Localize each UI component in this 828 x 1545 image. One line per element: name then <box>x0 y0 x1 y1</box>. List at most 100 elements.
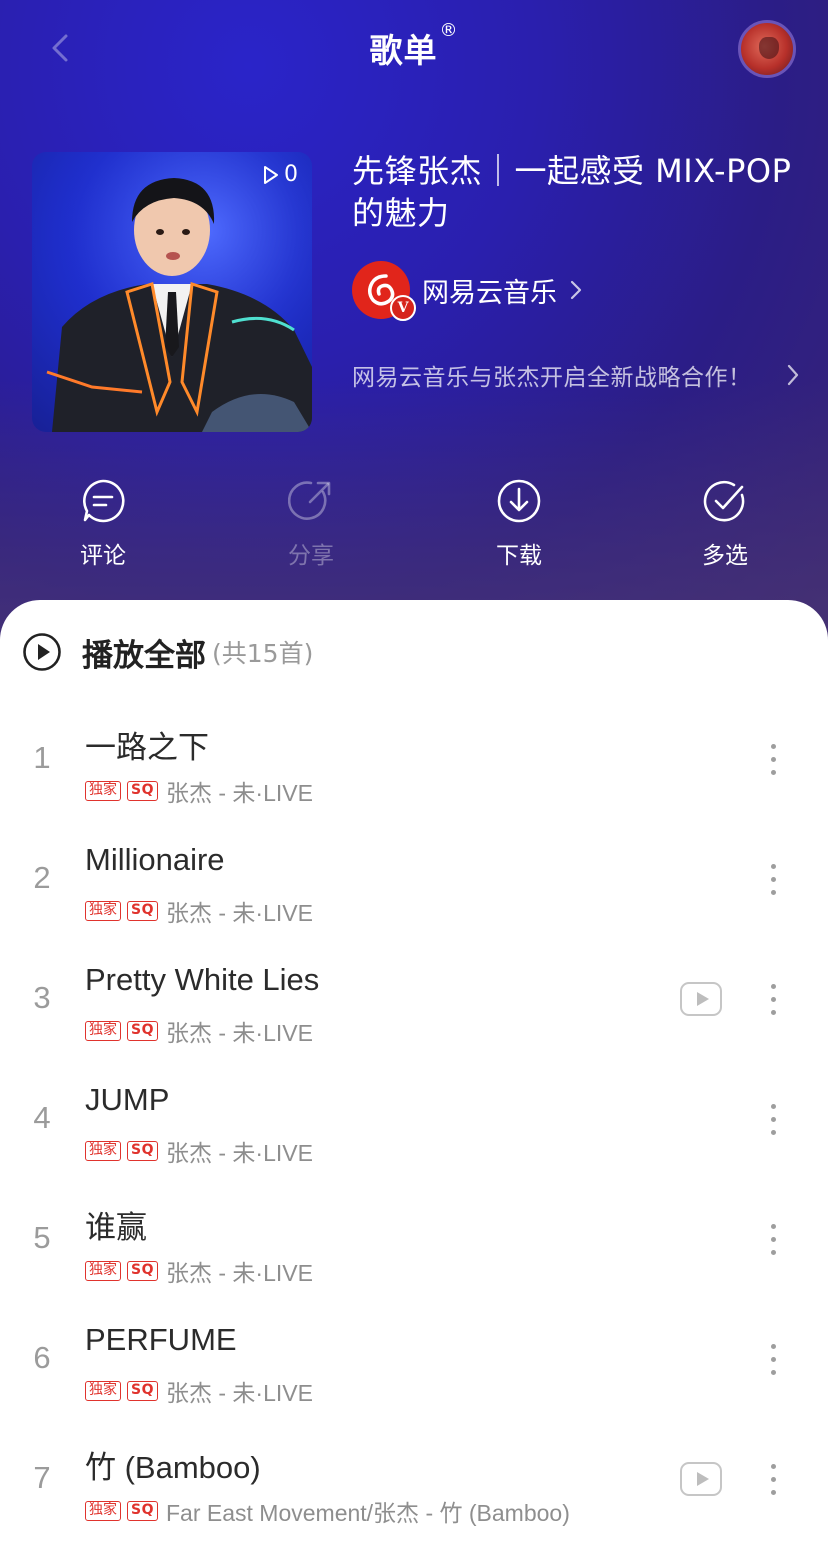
chevron-right-icon <box>570 280 582 300</box>
more-vertical-icon[interactable] <box>766 1344 780 1378</box>
action-bar: 评论 分享 下载 多选 <box>0 478 828 578</box>
more-vertical-icon[interactable] <box>766 744 780 778</box>
top-bar: 歌单® <box>0 0 828 95</box>
more-dot <box>770 1010 776 1015</box>
more-dot <box>770 877 776 882</box>
song-artist-album: 张杰 - 未·LIVE <box>165 1020 313 1046</box>
sq-quality-badge: SQ <box>127 1381 158 1401</box>
download-icon <box>497 479 541 523</box>
more-dot <box>770 1224 776 1229</box>
share-icon <box>288 481 331 520</box>
song-row[interactable]: 3 Pretty White Lies 独家 SQ 张杰 - 未·LIVE <box>0 940 828 1060</box>
play-count-value: 0 <box>284 162 298 187</box>
creator-row[interactable]: V 网易云音乐 <box>352 260 583 321</box>
creator-logo: V <box>352 261 416 321</box>
song-artist-album: 张杰 - 未·LIVE <box>165 900 313 926</box>
song-artist-album: Far East Movement/张杰 - 竹 (Bamboo) <box>165 1500 570 1526</box>
page-title-text: 歌单 <box>369 31 438 70</box>
song-title: 竹 (Bamboo) <box>85 1450 261 1485</box>
play-all-button[interactable]: 播放全部 (共15首) <box>22 630 313 674</box>
sq-quality-badge: SQ <box>127 1021 158 1041</box>
more-dot <box>770 1464 776 1469</box>
song-meta: 独家 SQ 张杰 - 未·LIVE <box>85 1014 313 1048</box>
play-count: 0 <box>262 162 298 187</box>
play-count-icon <box>264 165 278 184</box>
sq-quality-badge: SQ <box>127 1141 158 1161</box>
more-dot <box>770 1117 776 1122</box>
more-vertical-icon[interactable] <box>766 1104 780 1138</box>
song-index: 3 <box>33 980 51 1015</box>
song-artist-album: 张杰 - 未·LIVE <box>165 1140 313 1166</box>
more-dot <box>770 1237 776 1242</box>
more-vertical-icon[interactable] <box>766 864 780 898</box>
more-vertical-icon[interactable] <box>766 1464 780 1498</box>
song-index: 7 <box>33 1460 51 1495</box>
multi-select-label: 多选 <box>702 543 748 569</box>
playlist-cover[interactable]: 0 <box>32 152 312 432</box>
song-title: 谁赢 <box>85 1210 147 1245</box>
registered-mark: ® <box>439 20 459 41</box>
more-dot <box>770 1477 776 1482</box>
more-dot <box>770 997 776 1002</box>
more-dot <box>770 1130 776 1135</box>
more-dot <box>770 890 776 895</box>
more-dot <box>770 1344 776 1349</box>
more-dot <box>770 1370 776 1375</box>
playlist-title: 先锋张杰｜一起感受 MIX-POP的魅力 <box>352 152 792 232</box>
more-dot <box>770 770 776 775</box>
user-avatar[interactable] <box>738 20 796 78</box>
more-vertical-icon[interactable] <box>766 984 780 1018</box>
check-circle-icon <box>703 480 745 522</box>
more-vertical-icon[interactable] <box>766 1224 780 1258</box>
song-row[interactable]: 5 谁赢独家 SQ 张杰 - 未·LIVE <box>0 1180 828 1300</box>
song-artist-album: 张杰 - 未·LIVE <box>165 1260 313 1286</box>
song-meta: 独家 SQ 张杰 - 未·LIVE <box>85 1254 313 1288</box>
song-title: Millionaire <box>85 842 225 877</box>
multi-select-button[interactable]: 多选 <box>675 478 775 570</box>
playlist-description[interactable]: 网易云音乐与张杰开启全新战略合作！ <box>352 358 812 394</box>
sq-quality-badge: SQ <box>127 1261 158 1281</box>
song-title: Pretty White Lies <box>85 962 320 997</box>
song-row[interactable]: 4 JUMP 独家 SQ 张杰 - 未·LIVE <box>0 1060 828 1180</box>
song-row[interactable]: 1 一路之下 独家 SQ 张杰 - 未·LIVE <box>0 700 828 820</box>
chevron-right-icon <box>787 364 799 386</box>
song-index: 2 <box>33 860 51 895</box>
song-title: JUMP <box>85 1082 170 1117</box>
song-artist-album: 张杰 - 未·LIVE <box>165 780 313 806</box>
exclusive-badge: 独家 <box>85 1261 121 1281</box>
song-index: 1 <box>33 740 51 775</box>
page-title: 歌单® <box>0 20 828 72</box>
more-dot <box>770 1357 776 1362</box>
mv-icon[interactable] <box>680 1462 722 1496</box>
play-circle-icon <box>23 633 61 671</box>
song-index: 5 <box>33 1220 51 1255</box>
more-dot <box>770 864 776 869</box>
song-list-panel: 播放全部 (共15首) 1 一路之下独家 SQ 张杰 - 未·LIVE 2 Million… <box>0 600 828 1545</box>
share-button[interactable]: 分享 <box>261 478 361 570</box>
song-meta: 独家 SQ 张杰 - 未·LIVE <box>85 1374 313 1408</box>
download-button[interactable]: 下载 <box>469 478 569 570</box>
more-dot <box>770 757 776 762</box>
play-all-label: 播放全部 <box>82 637 206 674</box>
comment-button[interactable]: 评论 <box>53 478 153 570</box>
sq-quality-badge: SQ <box>127 901 158 921</box>
mv-icon[interactable] <box>680 982 722 1016</box>
song-meta: 独家 SQ Far East Movement/张杰 - 竹 (Bamboo) <box>85 1494 570 1528</box>
sq-quality-badge: SQ <box>127 1501 158 1521</box>
more-dot <box>770 984 776 989</box>
download-label: 下载 <box>496 543 542 569</box>
exclusive-badge: 独家 <box>85 901 121 921</box>
song-index: 6 <box>33 1340 51 1375</box>
song-row[interactable]: 6 PERFUME 独家 SQ 张杰 - 未·LIVE <box>0 1300 828 1420</box>
more-dot <box>770 1490 776 1495</box>
song-row[interactable]: 2 Millionaire 独家 SQ 张杰 - 未·LIVE <box>0 820 828 940</box>
exclusive-badge: 独家 <box>85 1501 121 1521</box>
song-row[interactable]: 7 竹 (Bamboo) 独家 SQ Far East Movement/张杰 - 竹 … <box>0 1420 828 1540</box>
more-dot <box>770 1104 776 1109</box>
song-title: 一路之下 <box>85 730 209 765</box>
verified-badge: V <box>390 295 416 321</box>
song-title: PERFUME <box>85 1322 237 1357</box>
song-artist-album: 张杰 - 未·LIVE <box>165 1380 313 1406</box>
comment-label: 评论 <box>80 543 126 569</box>
song-index: 4 <box>33 1100 51 1135</box>
